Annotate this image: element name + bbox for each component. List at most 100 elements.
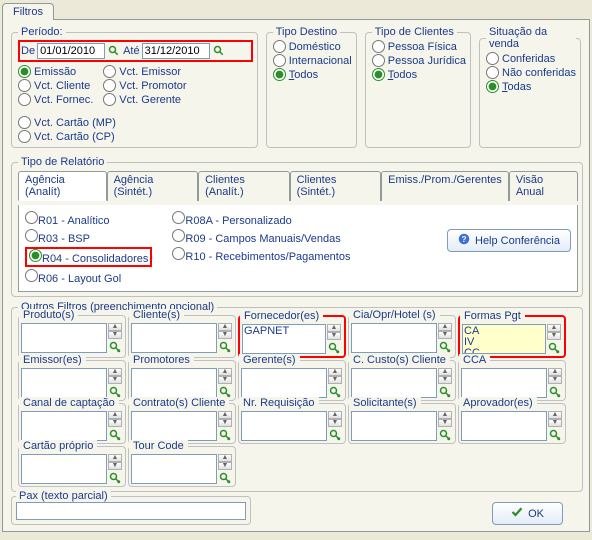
tab-emiss-prom-ger[interactable]: Emiss./Prom./Gerentes bbox=[381, 171, 509, 201]
radio-vct-gerente[interactable] bbox=[103, 93, 116, 106]
radio-todos-clientes[interactable] bbox=[372, 68, 385, 81]
radio-emissao[interactable] bbox=[18, 65, 31, 78]
filter-list[interactable] bbox=[21, 368, 107, 398]
filter-spinner[interactable]: ▲▼ bbox=[328, 411, 343, 427]
label-vct-cliente: Vct. Cliente bbox=[34, 80, 90, 92]
ok-button[interactable]: OK bbox=[492, 502, 563, 525]
tipo-relatorio-legend: Tipo de Relatório bbox=[18, 156, 107, 168]
filter-spinner[interactable]: ▲▼ bbox=[438, 368, 453, 384]
radio-pf[interactable] bbox=[372, 40, 385, 53]
radio-r04[interactable] bbox=[29, 249, 42, 262]
main-tab-filtros[interactable]: Filtros bbox=[2, 3, 54, 20]
filter-list[interactable] bbox=[351, 411, 437, 441]
radio-vct-cliente[interactable] bbox=[18, 79, 31, 92]
filter-spinner[interactable]: ▲▼ bbox=[547, 324, 562, 340]
filter-list[interactable] bbox=[21, 323, 107, 353]
filter-spinner[interactable]: ▲▼ bbox=[548, 411, 563, 427]
radio-r09[interactable] bbox=[172, 229, 185, 242]
radio-r10[interactable] bbox=[172, 247, 185, 260]
radio-vct-promotor[interactable] bbox=[103, 79, 116, 92]
radio-vct-fornec[interactable] bbox=[18, 93, 31, 106]
filter-lookup-icon[interactable] bbox=[438, 341, 452, 353]
radio-todos-destino[interactable] bbox=[273, 68, 286, 81]
label-vct-cartao-mp: Vct. Cartão (MP) bbox=[34, 117, 116, 129]
filter-spinner[interactable]: ▲▼ bbox=[218, 411, 233, 427]
help-conferencia-button[interactable]: ? Help Conferência bbox=[447, 229, 571, 252]
tab-agencia-analit[interactable]: Agência (Analít) bbox=[18, 171, 107, 201]
filter-title: Emissor(es) bbox=[19, 354, 86, 366]
filter-list[interactable] bbox=[131, 323, 217, 353]
filter-lookup-icon[interactable] bbox=[327, 342, 341, 354]
periodo-col1: Emissão Vct. Cliente Vct. Fornec. bbox=[18, 65, 93, 106]
filter-spinner[interactable]: ▲▼ bbox=[218, 454, 233, 470]
filter-list[interactable] bbox=[131, 454, 217, 484]
filter-spinner[interactable]: ▲▼ bbox=[327, 324, 342, 340]
filter-lookup-icon[interactable] bbox=[548, 386, 562, 398]
date-from-input[interactable] bbox=[37, 43, 105, 59]
filter-list[interactable] bbox=[461, 411, 547, 441]
label-vct-promotor: Vct. Promotor bbox=[119, 80, 186, 92]
radio-vct-cartao-mp[interactable] bbox=[18, 116, 31, 129]
date-from-lookup-icon[interactable] bbox=[107, 44, 121, 58]
filter-lookup-icon[interactable] bbox=[218, 341, 232, 353]
help-icon: ? bbox=[458, 233, 470, 248]
filter-box-14: Aprovador(es)▲▼ bbox=[458, 403, 566, 444]
filter-list[interactable] bbox=[21, 411, 107, 441]
filter-lookup-icon[interactable] bbox=[108, 472, 122, 484]
radio-r08a[interactable] bbox=[172, 211, 185, 224]
radio-todas-situacao[interactable] bbox=[486, 80, 499, 93]
filter-list[interactable] bbox=[351, 368, 437, 398]
label-vct-gerente: Vct. Gerente bbox=[119, 94, 181, 106]
filter-lookup-icon[interactable] bbox=[438, 429, 452, 441]
filter-lookup-icon[interactable] bbox=[218, 429, 232, 441]
filter-lookup-icon[interactable] bbox=[218, 472, 232, 484]
radio-conferidas[interactable] bbox=[486, 52, 499, 65]
radio-domestico[interactable] bbox=[273, 40, 286, 53]
filter-list[interactable] bbox=[21, 454, 107, 484]
filter-lookup-icon[interactable] bbox=[328, 429, 342, 441]
filter-spinner[interactable]: ▲▼ bbox=[108, 411, 123, 427]
filter-title: CCA bbox=[459, 354, 490, 366]
label-pf: Pessoa Física bbox=[388, 41, 457, 53]
radio-nao-conferidas[interactable] bbox=[486, 66, 499, 79]
filter-title: Contrato(s) Cliente bbox=[129, 397, 229, 409]
filter-spinner[interactable]: ▲▼ bbox=[328, 368, 343, 384]
filter-list[interactable] bbox=[351, 323, 437, 353]
radio-internacional[interactable] bbox=[273, 54, 286, 67]
radio-r01[interactable] bbox=[25, 211, 38, 224]
filter-list[interactable] bbox=[131, 411, 217, 441]
radio-pj[interactable] bbox=[372, 54, 385, 67]
date-to-lookup-icon[interactable] bbox=[212, 44, 226, 58]
filter-spinner[interactable]: ▲▼ bbox=[438, 411, 453, 427]
radio-vct-emissor[interactable] bbox=[103, 65, 116, 78]
radio-r03[interactable] bbox=[25, 229, 38, 242]
filter-lookup-icon[interactable] bbox=[438, 386, 452, 398]
filter-list[interactable]: CA IV CC bbox=[462, 324, 546, 354]
tab-agencia-sintet[interactable]: Agência (Sintét.) bbox=[107, 171, 199, 201]
tab-clientes-sintet[interactable]: Clientes (Sintét.) bbox=[290, 171, 382, 201]
tab-visao-anual[interactable]: Visão Anual bbox=[509, 171, 578, 201]
pax-input[interactable] bbox=[16, 502, 246, 520]
filter-list[interactable]: GAPNET bbox=[242, 324, 326, 354]
filter-list[interactable] bbox=[241, 368, 327, 398]
date-to-input[interactable] bbox=[142, 43, 210, 59]
filter-lookup-icon[interactable] bbox=[108, 341, 122, 353]
filter-spinner[interactable]: ▲▼ bbox=[218, 323, 233, 339]
label-internacional: Internacional bbox=[289, 55, 352, 67]
filter-spinner[interactable]: ▲▼ bbox=[438, 323, 453, 339]
radio-vct-cartao-cp[interactable] bbox=[18, 130, 31, 143]
filter-spinner[interactable]: ▲▼ bbox=[218, 368, 233, 384]
filter-list[interactable] bbox=[241, 411, 327, 441]
filter-lookup-icon[interactable] bbox=[328, 386, 342, 398]
filter-list[interactable] bbox=[461, 368, 547, 398]
filter-spinner[interactable]: ▲▼ bbox=[108, 368, 123, 384]
filter-spinner[interactable]: ▲▼ bbox=[108, 323, 123, 339]
radio-r06[interactable] bbox=[25, 269, 38, 282]
filter-lookup-icon[interactable] bbox=[108, 429, 122, 441]
filter-lookup-icon[interactable] bbox=[547, 342, 561, 354]
filter-spinner[interactable]: ▲▼ bbox=[548, 368, 563, 384]
tab-clientes-analit[interactable]: Clientes (Analít.) bbox=[198, 171, 290, 201]
filter-spinner[interactable]: ▲▼ bbox=[108, 454, 123, 470]
filter-list[interactable] bbox=[131, 368, 217, 398]
filter-lookup-icon[interactable] bbox=[548, 429, 562, 441]
